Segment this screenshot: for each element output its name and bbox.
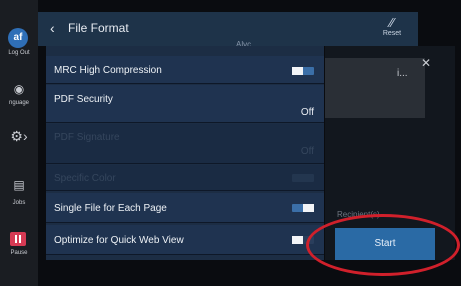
gear-icon[interactable]: ⚙› <box>0 128 38 145</box>
close-icon[interactable]: ✕ <box>421 56 431 70</box>
header-bar: ‹ File Format ⁄⁄ Reset <box>38 12 418 46</box>
row-label: MRC High Compression <box>54 65 162 76</box>
settings-list: MRC High Compression PDF Security Off PD… <box>46 46 324 260</box>
row-label: Specific Color <box>54 173 116 184</box>
list-item-mrc[interactable]: MRC High Compression <box>46 56 324 84</box>
pause-label[interactable]: Pause <box>0 250 38 256</box>
specific-color-toggle <box>292 174 314 182</box>
left-rail: af Log Out ◉ nguage ⚙› ▤ Jobs Pause <box>0 0 38 286</box>
globe-icon[interactable]: ◉ <box>0 82 38 96</box>
info-card <box>325 58 425 118</box>
user-avatar[interactable]: af <box>8 28 28 48</box>
row-label: Single File for Each Page <box>54 203 167 214</box>
log-out-label[interactable]: Log Out <box>0 50 38 56</box>
row-label: PDF Security <box>54 94 113 105</box>
more-text: i... <box>397 68 408 79</box>
highlight-circle <box>306 214 460 276</box>
row-value: Off <box>300 107 314 118</box>
list-item-pdf-signature: PDF Signature Off <box>46 124 324 164</box>
reset-icon: ⁄⁄ <box>389 15 395 30</box>
row-label: PDF Signature <box>54 132 120 143</box>
reset-label: Reset <box>382 30 402 37</box>
mrc-toggle[interactable] <box>292 67 314 75</box>
reset-button[interactable]: ⁄⁄ Reset <box>372 15 412 37</box>
list-item-pdf-security[interactable]: PDF Security Off <box>46 85 324 123</box>
single-file-toggle[interactable] <box>292 204 314 212</box>
list-item-specific-color: Specific Color <box>46 165 324 191</box>
language-label[interactable]: nguage <box>0 100 38 106</box>
jobs-label[interactable]: Jobs <box>0 200 38 206</box>
pause-icon[interactable] <box>10 232 26 246</box>
jobs-icon[interactable]: ▤ <box>0 178 38 192</box>
row-label: Optimize for Quick Web View <box>54 235 184 246</box>
row-value: Off <box>300 146 314 157</box>
list-item-quick-web-view[interactable]: Optimize for Quick Web View <box>46 225 324 255</box>
back-icon[interactable]: ‹ <box>50 20 55 36</box>
list-item-single-file[interactable]: Single File for Each Page <box>46 193 324 223</box>
page-title: File Format <box>68 21 129 35</box>
